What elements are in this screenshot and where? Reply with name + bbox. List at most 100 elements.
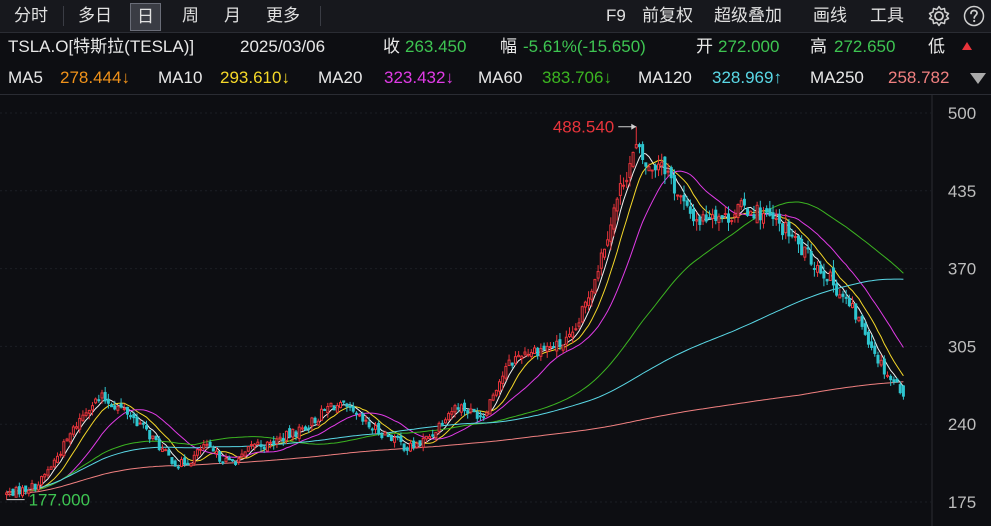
candle-body (828, 271, 832, 281)
change-label: 幅 (500, 37, 517, 56)
candle-body (393, 437, 397, 443)
candle-body (348, 405, 352, 408)
candle-body (319, 408, 323, 421)
candle (494, 389, 498, 398)
candle-body (895, 378, 899, 383)
candle-body (666, 170, 670, 173)
candle-body (326, 406, 330, 414)
candle (682, 185, 686, 210)
period-toolbar: 分时 多日 日 周 月 更多 F9 前复权 超级叠加 画线 工具 (0, 0, 991, 33)
draw-line-button[interactable]: 画线 (813, 3, 847, 29)
candle-body (647, 166, 651, 172)
candle-body (816, 264, 820, 273)
candle-body (478, 415, 482, 418)
candle (513, 351, 517, 366)
candle (443, 417, 447, 424)
candle-body (246, 446, 250, 452)
candle (841, 290, 845, 303)
candle-body (424, 435, 428, 440)
candle-body (24, 485, 28, 492)
candle-body (428, 436, 432, 439)
candle (593, 278, 597, 294)
candle-body (377, 422, 381, 434)
help-icon[interactable] (963, 5, 985, 27)
tools-button[interactable]: 工具 (870, 3, 904, 29)
candle-body (275, 438, 279, 445)
candle-body (5, 492, 9, 495)
tab-intraday[interactable]: 分时 (8, 3, 54, 29)
candle-body (812, 267, 816, 270)
tab-monthly[interactable]: 月 (218, 3, 247, 29)
super-overlay-button[interactable]: 超级叠加 (714, 3, 782, 29)
ma60-label: MA60 (478, 68, 523, 87)
tab-daily[interactable]: 日 (130, 3, 161, 31)
candle-body (46, 469, 50, 476)
tab-more[interactable]: 更多 (260, 3, 306, 29)
candle-body (52, 459, 56, 468)
candle (580, 305, 584, 324)
candle (180, 456, 184, 468)
y-tick-label: 500 (948, 104, 976, 123)
candle-body (294, 431, 298, 437)
candle-body (501, 375, 505, 384)
candle (55, 452, 59, 464)
candle-body (36, 484, 40, 491)
candle (870, 334, 874, 351)
candle (116, 405, 120, 414)
candle-body (135, 416, 139, 427)
candle-body (396, 435, 400, 438)
candle-body (761, 212, 765, 224)
f9-button[interactable]: F9 (606, 3, 626, 29)
candle (746, 207, 750, 217)
candle (755, 201, 759, 224)
candle-body (641, 144, 645, 160)
candle-body (889, 375, 893, 381)
candle (164, 448, 168, 452)
red-triangle-icon (962, 42, 972, 50)
candle (717, 213, 721, 231)
candle-body (520, 355, 524, 360)
candlestick-chart: 488.540 177.000 500 435 370 305 240 175 (0, 95, 976, 526)
candle-body (533, 347, 537, 354)
candle-body (405, 447, 409, 451)
candle (552, 342, 556, 349)
candle-body (634, 144, 638, 149)
candle-body (94, 398, 98, 404)
forward-adjust-button[interactable]: 前复权 (642, 3, 693, 29)
candle-body (269, 441, 273, 444)
candle (679, 194, 683, 205)
candle-body (265, 441, 269, 452)
candle (170, 457, 174, 466)
candle-body (669, 167, 673, 179)
candle-body (552, 346, 556, 349)
toolbar-divider (63, 6, 64, 26)
candle (555, 334, 559, 358)
candle (173, 459, 177, 467)
candle-body (688, 206, 692, 214)
candle (657, 155, 661, 177)
candle-body (259, 444, 263, 448)
candle (685, 196, 689, 208)
tab-multi-day[interactable]: 多日 (72, 3, 118, 29)
candle (249, 440, 253, 450)
collapse-triangle-icon[interactable] (970, 73, 986, 84)
candle-body (628, 163, 632, 178)
candle (583, 300, 587, 314)
candle (326, 402, 330, 418)
candle-body (304, 426, 308, 431)
tab-weekly[interactable]: 周 (176, 3, 205, 29)
candle (901, 385, 905, 400)
candle (447, 411, 451, 421)
candle-body (8, 490, 12, 494)
candle (43, 473, 47, 481)
candle-body (523, 351, 527, 355)
candle (160, 444, 164, 453)
candle-body (132, 413, 136, 419)
candle-body (692, 208, 696, 222)
gear-icon[interactable] (928, 5, 950, 27)
candle (145, 420, 149, 431)
candle-body (386, 434, 390, 438)
candle-body (583, 301, 587, 308)
candle-body (866, 331, 870, 345)
candle (596, 265, 600, 282)
